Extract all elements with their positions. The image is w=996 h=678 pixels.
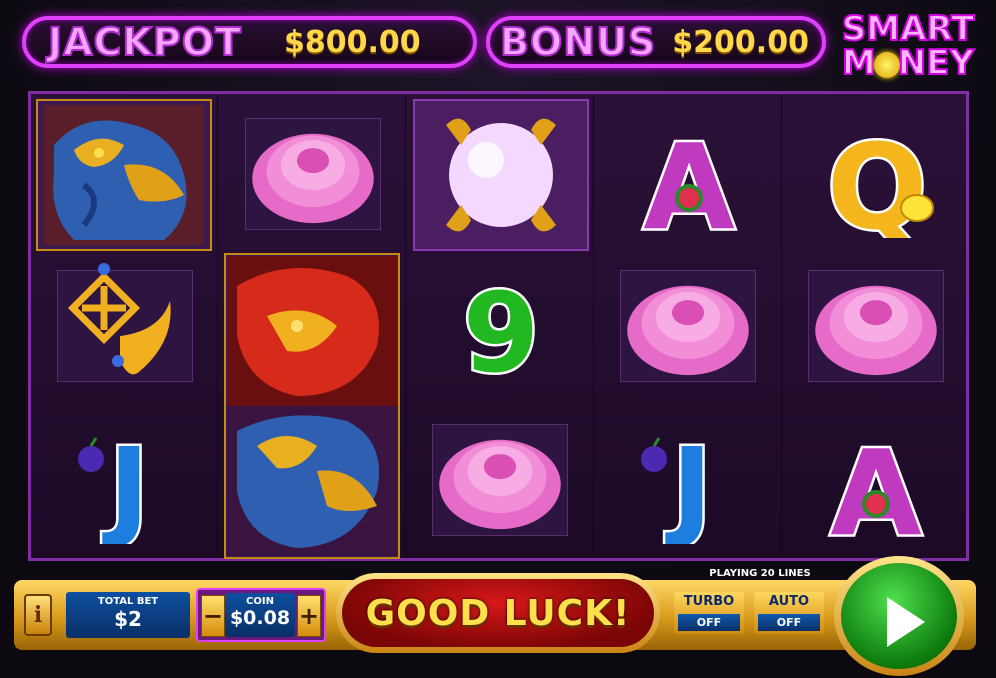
- total-bet-value: $2: [114, 607, 142, 631]
- watermelon-icon: A: [641, 118, 737, 238]
- peony-icon: [815, 285, 937, 376]
- peony-symbol: [432, 424, 568, 536]
- coin-decrease-button[interactable]: −: [201, 595, 225, 637]
- smart-money-logo: SMART M NEY: [838, 9, 978, 83]
- red-blue-dragon-stacked-symbol: [224, 253, 400, 559]
- bonus-value: $200.00: [672, 24, 809, 60]
- spin-button-face[interactable]: [841, 563, 957, 669]
- plum-icon: J: [78, 422, 152, 544]
- coin-increase-button[interactable]: +: [297, 595, 321, 637]
- svg-text:A: A: [830, 424, 921, 544]
- turbo-label: TURBO: [683, 594, 735, 609]
- total-bet-label: TOTAL BET: [97, 596, 159, 607]
- paylines-status: PLAYING 20 LINES: [709, 568, 811, 579]
- svg-text:9: 9: [463, 269, 540, 389]
- reel-divider: [405, 94, 406, 558]
- coin-panel: COIN $0.08: [225, 593, 295, 637]
- peony-symbol: [808, 270, 944, 382]
- info-button[interactable]: i: [24, 594, 52, 636]
- dragon-stack-icon: [227, 256, 397, 556]
- blue-dragon-icon: [44, 105, 204, 245]
- letter-j-symbol: J: [71, 414, 181, 544]
- coin-icon: [873, 51, 900, 78]
- pearl-symbol: [413, 99, 589, 251]
- lemon-icon: Q: [824, 118, 934, 238]
- nine-icon: 9: [460, 267, 542, 390]
- bonus-display: BONUS $200.00: [486, 16, 826, 68]
- plum-icon: J: [641, 422, 715, 544]
- logo-line2: M NEY: [841, 43, 975, 83]
- auto-label: AUTO: [768, 594, 810, 609]
- jackpot-display: JACKPOT $800.00: [22, 16, 477, 68]
- letter-a-symbol: A: [811, 424, 941, 544]
- watermelon-icon: A: [828, 424, 924, 544]
- letter-j-symbol: J: [634, 414, 744, 544]
- blue-dragon-symbol: [36, 99, 212, 251]
- jackpot-value: $800.00: [283, 24, 421, 60]
- peony-symbol: [245, 118, 381, 230]
- peony-icon: [627, 285, 749, 376]
- reel-grid: J 9 A J Q A: [28, 91, 969, 561]
- auto-toggle[interactable]: AUTO OFF: [754, 592, 824, 634]
- coin-label: COIN: [246, 596, 274, 607]
- peony-symbol: [620, 270, 756, 382]
- auto-state: OFF: [758, 614, 820, 631]
- play-icon: [887, 597, 925, 647]
- turbo-toggle[interactable]: TURBO OFF: [674, 592, 744, 634]
- spin-button[interactable]: [834, 556, 964, 676]
- logo-line1: SMART: [841, 9, 975, 49]
- total-bet-panel: TOTAL BET $2: [66, 592, 190, 638]
- reel-divider: [593, 94, 594, 558]
- svg-text:J: J: [102, 424, 150, 544]
- good-luck-text: GOOD LUCK!: [342, 579, 654, 647]
- turbo-state: OFF: [678, 614, 740, 631]
- letter-a-symbol: A: [624, 118, 754, 238]
- peony-icon: [252, 133, 374, 224]
- reel-divider: [217, 94, 218, 558]
- golden-knot-symbol: [57, 263, 193, 382]
- number-9-symbol: 9: [446, 259, 556, 390]
- pearl-icon: [446, 118, 556, 232]
- good-luck-banner: GOOD LUCK!: [336, 573, 660, 653]
- reel-divider: [781, 94, 782, 558]
- svg-text:J: J: [665, 424, 713, 544]
- jackpot-label: JACKPOT: [47, 19, 242, 65]
- golden-knot-icon: [67, 263, 171, 375]
- svg-text:A: A: [643, 118, 734, 238]
- bonus-label: BONUS: [499, 19, 657, 65]
- letter-q-symbol: Q: [817, 118, 947, 238]
- coin-value: $0.08: [229, 607, 291, 629]
- peony-icon: [439, 439, 561, 530]
